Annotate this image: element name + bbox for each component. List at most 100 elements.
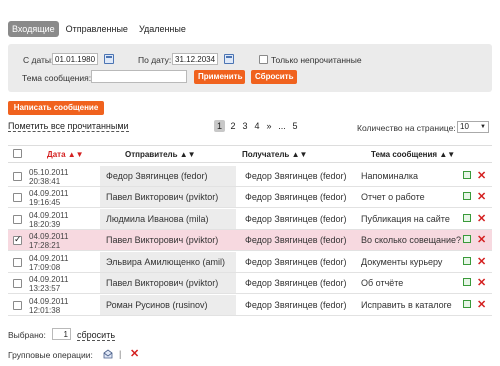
- row-subject[interactable]: Об отчёте: [361, 278, 403, 288]
- clear-selection-link[interactable]: сбросить: [77, 330, 116, 341]
- row-date: 04.09.2011 12:01:38: [29, 297, 68, 315]
- edit-icon[interactable]: [463, 192, 471, 200]
- column-sender[interactable]: Отправитель ▲▼: [125, 150, 196, 159]
- sort-icon[interactable]: ▲▼: [180, 150, 196, 159]
- delete-x-icon[interactable]: ✕: [477, 171, 486, 182]
- table-row[interactable]: 04.09.2011 19:16:45 Павел Викторович (pvik…: [8, 187, 492, 208]
- from-date-input[interactable]: [52, 53, 98, 65]
- row-date-day: 05.10.2011: [29, 168, 69, 177]
- row-date: 04.09.2011 13:23:57: [29, 275, 68, 293]
- delete-x-icon[interactable]: ✕: [477, 192, 486, 203]
- edit-icon[interactable]: [463, 214, 471, 222]
- row-sender[interactable]: Павел Викторович (pviktor): [106, 278, 218, 288]
- sort-icon[interactable]: ▲▼: [292, 150, 308, 159]
- row-subject[interactable]: Напоминалка: [361, 171, 418, 181]
- edit-icon[interactable]: [463, 278, 471, 286]
- page-5[interactable]: 5: [291, 120, 299, 132]
- row-subject[interactable]: Публикация на сайте: [361, 214, 450, 224]
- per-page-label: Количество на странице:: [357, 123, 456, 133]
- edit-icon[interactable]: [463, 171, 471, 179]
- sort-asc-icon[interactable]: ▲: [68, 150, 76, 159]
- row-checkbox[interactable]: [13, 258, 22, 267]
- mark-all-read-link[interactable]: Пометить все прочитанными: [8, 121, 129, 132]
- select-all-checkbox[interactable]: [13, 149, 22, 158]
- reset-button[interactable]: Сбросить: [251, 70, 297, 84]
- page-2[interactable]: 2: [229, 120, 237, 132]
- row-subject[interactable]: Отчет о работе: [361, 192, 425, 202]
- to-date-label: По дату:: [138, 55, 172, 65]
- row-checkbox[interactable]: [13, 279, 22, 288]
- page-3[interactable]: 3: [241, 120, 249, 132]
- row-subject[interactable]: Документы курьеру: [361, 257, 442, 267]
- tab-deleted[interactable]: Удаленные: [135, 21, 190, 37]
- next-page[interactable]: »: [265, 120, 273, 132]
- row-date-day: 04.09.2011: [29, 275, 69, 284]
- row-recipient: Федор Звягинцев (fedor): [245, 235, 347, 245]
- per-page-select[interactable]: 10 ▼: [457, 121, 489, 133]
- row-date-time: 13:23:57: [29, 284, 61, 293]
- row-date: 04.09.2011 19:16:45: [29, 189, 68, 207]
- sort-desc-icon[interactable]: ▼: [76, 150, 84, 159]
- per-page-value: 10: [460, 122, 469, 131]
- table-row[interactable]: 04.09.2011 18:20:39 Людмила Иванова (mila)…: [8, 209, 492, 230]
- delete-x-icon[interactable]: ✕: [477, 214, 486, 225]
- row-sender[interactable]: Федор Звягинцев (fedor): [106, 171, 208, 181]
- edit-icon[interactable]: [463, 235, 471, 243]
- row-checkbox[interactable]: [13, 193, 22, 202]
- row-sender[interactable]: Роман Русинов (rusinov): [106, 300, 207, 310]
- selected-count: [52, 328, 71, 340]
- table-row[interactable]: 04.09.2011 13:23:57 Павел Викторович (pvik…: [8, 273, 492, 294]
- filter-panel: [8, 44, 492, 92]
- table-row[interactable]: 04.09.2011 12:01:38 Роман Русинов (rusinov…: [8, 295, 492, 316]
- row-sender[interactable]: Людмила Иванова (mila): [106, 214, 209, 224]
- row-subject[interactable]: Исправить в каталоге: [361, 300, 452, 310]
- row-sender[interactable]: Павел Викторович (pviktor): [106, 235, 218, 245]
- envelope-icon[interactable]: [103, 349, 113, 359]
- page-4[interactable]: 4: [253, 120, 261, 132]
- column-sender-label: Отправитель: [125, 150, 178, 159]
- delete-x-icon[interactable]: ✕: [477, 257, 486, 268]
- row-recipient: Федор Звягинцев (fedor): [245, 300, 347, 310]
- delete-x-icon[interactable]: ✕: [130, 349, 139, 360]
- delete-x-icon[interactable]: ✕: [477, 235, 486, 246]
- row-checkbox[interactable]: [13, 172, 22, 181]
- column-subject[interactable]: Тема сообщения ▲▼: [371, 150, 455, 159]
- edit-icon[interactable]: [463, 300, 471, 308]
- row-date-day: 04.09.2011: [29, 232, 69, 241]
- unread-only-checkbox[interactable]: [259, 55, 268, 64]
- pagination: 1 2 3 4 » ... 5: [214, 120, 299, 132]
- row-subject[interactable]: Во сколько совещание?: [361, 235, 461, 245]
- column-date[interactable]: Дата ▲▼: [47, 150, 84, 159]
- subject-filter-input[interactable]: [91, 70, 187, 83]
- apply-button[interactable]: Применить: [194, 70, 245, 84]
- row-checkbox[interactable]: ✓: [13, 234, 22, 245]
- row-date-day: 04.09.2011: [29, 297, 69, 306]
- table-row[interactable]: 04.09.2011 17:09:08 Эльвира Амилющенко (am…: [8, 252, 492, 273]
- row-date: 05.10.2011 20:38:41: [29, 168, 68, 186]
- row-sender[interactable]: Павел Викторович (pviktor): [106, 192, 218, 202]
- tab-sent[interactable]: Отправленные: [62, 21, 132, 37]
- row-checkbox[interactable]: [13, 215, 22, 224]
- row-recipient: Федор Звягинцев (fedor): [245, 278, 347, 288]
- group-operations-label: Групповые операции:: [8, 350, 93, 360]
- row-checkbox[interactable]: [13, 301, 22, 310]
- unread-only-label: Только непрочитанные: [271, 55, 362, 65]
- delete-x-icon[interactable]: ✕: [477, 300, 486, 311]
- to-date-input[interactable]: [172, 53, 218, 65]
- edit-icon[interactable]: [463, 257, 471, 265]
- sort-icon[interactable]: ▲▼: [439, 150, 455, 159]
- column-recipient[interactable]: Получатель ▲▼: [242, 150, 307, 159]
- compose-button[interactable]: Написать сообщение: [8, 101, 104, 115]
- row-recipient: Федор Звягинцев (fedor): [245, 214, 347, 224]
- row-date-time: 18:20:39: [29, 220, 61, 229]
- row-sender[interactable]: Эльвира Амилющенко (amil): [106, 257, 225, 267]
- column-date-label: Дата: [47, 150, 66, 159]
- calendar-icon[interactable]: [224, 54, 234, 64]
- tab-inbox[interactable]: Входящие: [8, 21, 59, 37]
- row-date-time: 19:16:45: [29, 198, 61, 207]
- table-row[interactable]: 05.10.2011 20:38:41 Федор Звягинцев (fedor…: [8, 166, 492, 187]
- delete-x-icon[interactable]: ✕: [477, 278, 486, 289]
- table-row[interactable]: ✓ 04.09.2011 17:28:21 Павел Викторович (pvi…: [8, 230, 492, 251]
- page-1[interactable]: 1: [214, 120, 225, 132]
- calendar-icon[interactable]: [104, 54, 114, 64]
